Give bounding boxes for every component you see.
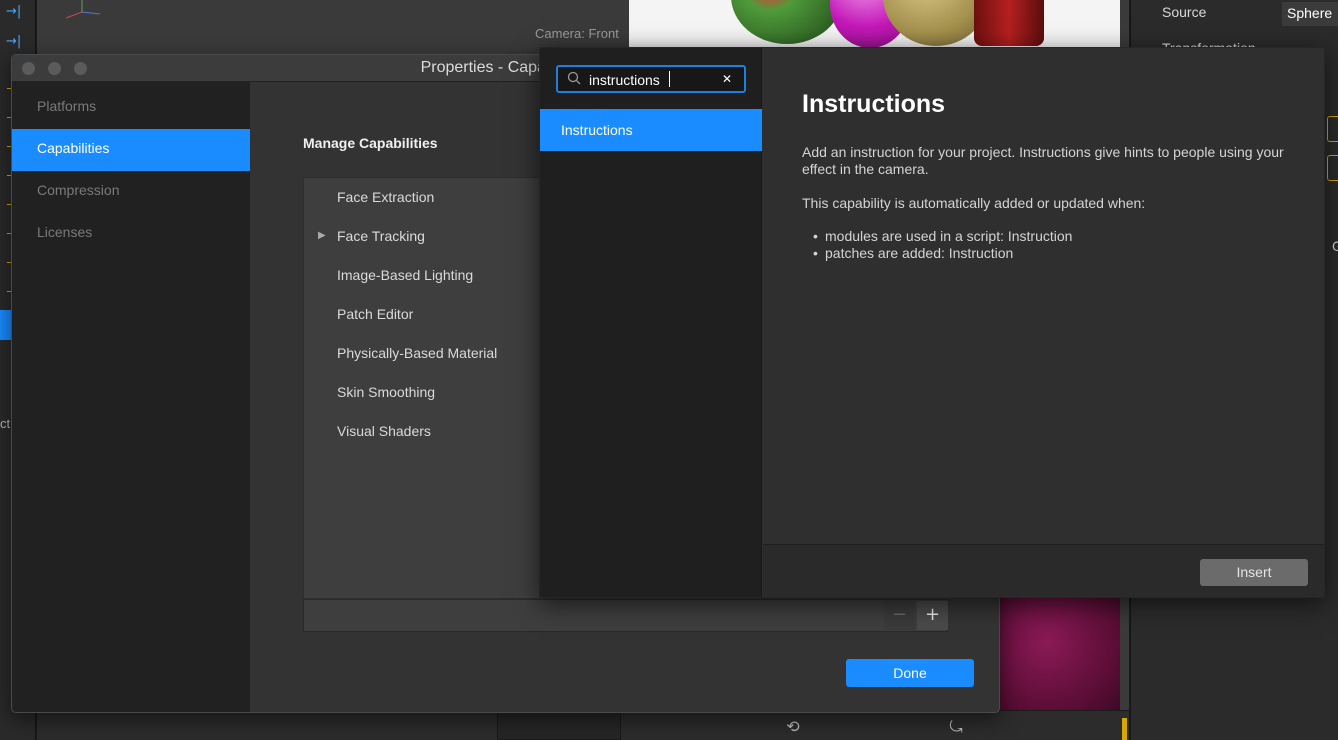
preview-canvas: [629, 0, 1120, 48]
result-item-instructions[interactable]: Instructions: [540, 109, 762, 151]
capability-face-extraction[interactable]: Face Extraction: [337, 189, 434, 205]
source-dropdown[interactable]: Sphere: [1282, 2, 1338, 26]
chevron-right-icon[interactable]: ▶: [318, 230, 326, 241]
done-button[interactable]: Done: [846, 659, 974, 687]
timeline-marker: [1122, 718, 1127, 740]
text-caret: [669, 71, 670, 87]
capabilities-footer: [303, 599, 948, 632]
sidebar-item-capabilities[interactable]: Capabilities: [12, 129, 250, 171]
capability-physically-based-material[interactable]: Physically-Based Material: [337, 345, 497, 361]
capability-face-tracking[interactable]: Face Tracking: [337, 228, 425, 244]
capability-patch-editor[interactable]: Patch Editor: [337, 306, 413, 322]
remove-capability-button[interactable]: −: [884, 601, 915, 630]
capabilities-list: Face Extraction ▶ Face Tracking Image-Ba…: [303, 177, 548, 599]
close-icon[interactable]: ✕: [719, 71, 735, 87]
collapse-icon[interactable]: →|: [6, 34, 26, 49]
red-cube: [974, 0, 1044, 46]
range-panel: [497, 712, 621, 740]
detail-bullet-list: modules are used in a script: Instructio…: [813, 228, 1072, 262]
sidebar-item-platforms[interactable]: Platforms: [12, 87, 250, 129]
detail-bullet: modules are used in a script: Instructio…: [813, 228, 1072, 245]
search-icon: [567, 71, 581, 85]
green-sphere: [731, 0, 843, 44]
capability-search-pane: ✕ Instructions: [540, 48, 762, 597]
detail-title: Instructions: [802, 90, 946, 118]
search-input[interactable]: [589, 70, 717, 89]
collapse-icon[interactable]: →|: [6, 4, 26, 19]
capability-image-based-lighting[interactable]: Image-Based Lighting: [337, 267, 473, 283]
search-field[interactable]: ✕: [556, 65, 746, 93]
keyframe-button[interactable]: [1327, 116, 1338, 142]
camera-label: Camera: Front: [535, 26, 619, 41]
capability-skin-smoothing[interactable]: Skin Smoothing: [337, 384, 435, 400]
insert-button[interactable]: Insert: [1200, 559, 1308, 586]
sidebar-item-licenses[interactable]: Licenses: [12, 213, 250, 255]
sidebar-item-compression[interactable]: Compression: [12, 171, 250, 213]
manage-capabilities-title: Manage Capabilities: [303, 135, 438, 151]
add-capability-button[interactable]: +: [917, 601, 948, 630]
properties-sidebar: Platforms Capabilities Compression Licen…: [12, 82, 250, 712]
rotate-device-icon[interactable]: ⤿: [945, 717, 967, 737]
detail-bullet: patches are added: Instruction: [813, 245, 1072, 262]
add-capability-popover: ✕ Instructions Instructions Add an instr…: [539, 47, 1325, 598]
preview-fabric: [999, 597, 1120, 710]
keyframe-button[interactable]: [1327, 155, 1338, 181]
camera-switch-icon[interactable]: ⟲: [782, 717, 804, 737]
source-label: Source: [1162, 4, 1207, 20]
partial-label: ct: [0, 416, 11, 431]
axis-gizmo-icon: [65, 0, 101, 19]
partial-letter: G: [1332, 238, 1338, 254]
detail-description: Add an instruction for your project. Ins…: [802, 144, 1284, 177]
detail-auto-added-text: This capability is automatically added o…: [802, 195, 1146, 211]
capability-visual-shaders[interactable]: Visual Shaders: [337, 423, 431, 439]
